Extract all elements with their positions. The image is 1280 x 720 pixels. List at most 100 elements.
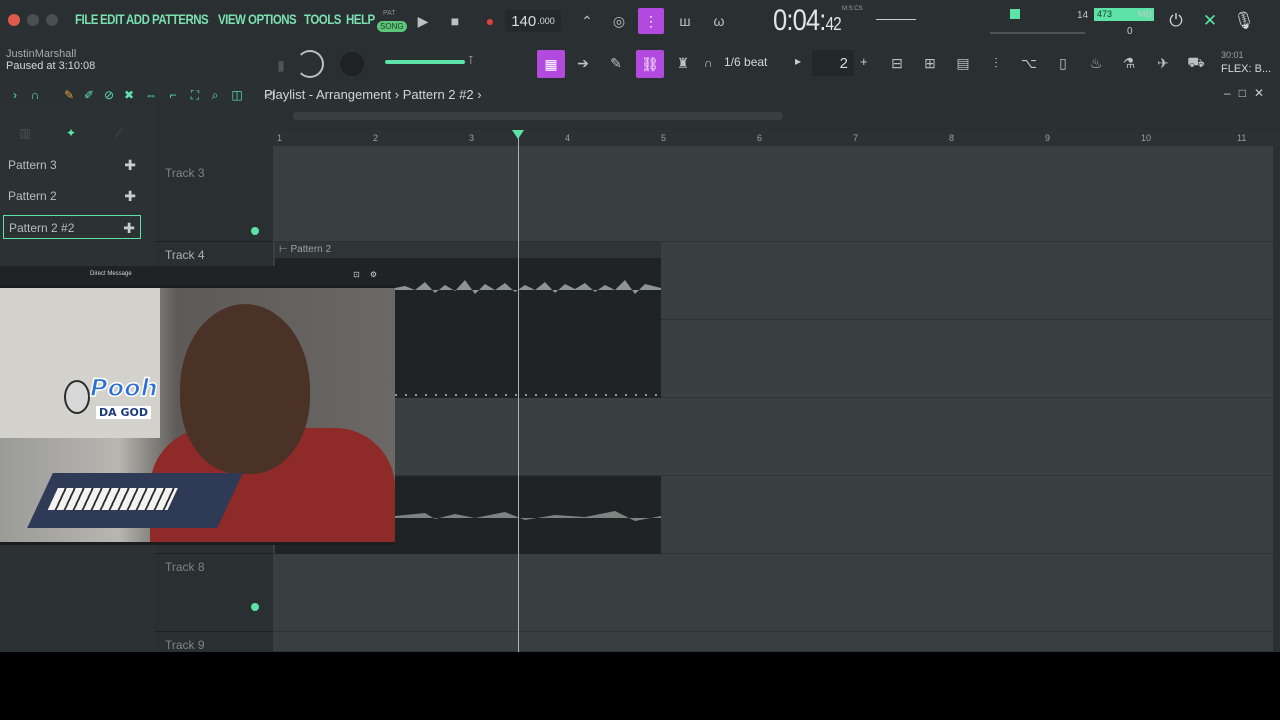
play-arrow-icon[interactable]: › (6, 86, 24, 104)
step-edit-icon[interactable]: ш (672, 8, 698, 34)
menu-file[interactable]: FILE (75, 11, 98, 27)
close-window-icon[interactable] (8, 14, 20, 26)
snap-value[interactable]: 1/6 beat (724, 55, 767, 69)
playlist-grid[interactable]: ⊢ Pattern 2 (273, 146, 1273, 652)
power-icon[interactable]: ⏻ (1164, 9, 1188, 33)
stop-icon[interactable]: ■ (442, 8, 468, 34)
playhead-marker-icon[interactable] (512, 130, 524, 139)
picker-auto-icon[interactable]: ⟋ (110, 124, 128, 142)
paint-tool-icon[interactable]: ✐ (80, 86, 98, 104)
picker-grid-icon[interactable]: ▥ (16, 124, 34, 142)
track-lane[interactable] (273, 554, 1273, 632)
picker-audio-icon[interactable]: ✦ (62, 124, 80, 142)
menu-tools[interactable]: TOOLS (304, 11, 341, 27)
playlist-title: Playlist - Arrangement › Pattern 2 #2 › (264, 87, 482, 102)
draw-tool-icon[interactable]: ✎ (60, 86, 78, 104)
plugin-icon[interactable]: ♨ (1083, 50, 1109, 76)
mixer-grid-icon[interactable]: ▤ (950, 50, 976, 76)
playlist-icon[interactable]: ⊟ (884, 50, 910, 76)
menu-patterns[interactable]: PATTERNS (152, 11, 209, 27)
play-icon[interactable]: ▶ (410, 8, 436, 34)
time-unit-label: M:S:CS (842, 6, 863, 12)
slip-tool-icon[interactable]: ⇔ (142, 86, 160, 104)
pattern-song-toggle[interactable]: PAT SONG (377, 10, 407, 32)
battery-icon: ▮ (277, 56, 285, 73)
piano-roll-icon[interactable]: ▦ (537, 50, 565, 78)
time-small: 42 (825, 14, 841, 34)
pencil-icon[interactable]: ✎ (603, 50, 629, 76)
menu-help[interactable]: HELP (346, 11, 375, 27)
slice-tool-icon[interactable]: ⌐ (164, 86, 182, 104)
shop-cart-icon[interactable]: ⛟ (1183, 50, 1209, 76)
stamp-icon[interactable]: ♜ (670, 50, 696, 76)
track-lane[interactable] (273, 632, 1273, 652)
arrow-right-icon[interactable]: ➔ (570, 50, 596, 76)
multilink-stepper[interactable]: 2 (812, 50, 854, 76)
playlist-window-controls[interactable]: ‒□✕ (1224, 86, 1272, 100)
playhead[interactable] (518, 130, 519, 652)
channel-rack-icon[interactable]: ⊞ (917, 50, 943, 76)
wait-input-icon[interactable]: ◎ (606, 8, 632, 34)
master-volume-marker: ⊺ (468, 55, 474, 67)
master-volume-slider[interactable] (385, 60, 465, 64)
webcam-controls[interactable]: ⊡⚙ (353, 270, 387, 279)
drag-handle-icon[interactable]: ✚ (123, 216, 135, 240)
track-led-icon[interactable] (251, 227, 259, 235)
drag-handle-icon[interactable]: ✚ (124, 153, 136, 177)
minimize-window-icon[interactable] (27, 14, 39, 26)
tempo-tapper-icon[interactable]: ✈ (1150, 50, 1176, 76)
clip-header[interactable]: ⊢ Pattern 2 (275, 242, 661, 258)
menu-edit[interactable]: EDIT (100, 11, 125, 27)
pattern-arrow-icon[interactable]: › (477, 87, 481, 102)
arrangement-area[interactable]: 1 2 3 4 5 6 7 8 9 10 11 ⊢ Pattern 2 (273, 106, 1280, 652)
menu-options[interactable]: OPTIONS (248, 11, 297, 27)
menu-view[interactable]: VIEW (218, 11, 246, 27)
select-tool-icon[interactable]: ⛶ (186, 86, 204, 104)
loop-record-icon[interactable]: ω (706, 8, 732, 34)
master-volume-knob[interactable] (340, 52, 364, 76)
metronome-icon[interactable]: ⌃ (574, 8, 600, 34)
track-lane[interactable] (273, 146, 1273, 242)
person-head (180, 304, 310, 474)
track-header[interactable]: Track 8 (155, 554, 273, 632)
countdown-icon[interactable]: ⋮ (638, 8, 664, 34)
stepper-plus-icon[interactable]: + (860, 54, 868, 69)
window-controls[interactable] (8, 14, 58, 26)
horizontal-scrollbar[interactable] (293, 112, 783, 120)
record-icon[interactable]: ● (477, 8, 503, 34)
time-display[interactable]: 0:04:42 (773, 4, 842, 38)
menu-add[interactable]: ADD (126, 11, 150, 27)
file-icon[interactable]: ▯ (1050, 50, 1076, 76)
flask-icon[interactable]: ⚗ (1116, 50, 1142, 76)
bar-number: 11 (1237, 133, 1247, 143)
timeline-ruler[interactable]: 1 2 3 4 5 6 7 8 9 10 11 (273, 130, 1280, 146)
mute-tool-icon[interactable]: ✖ (120, 86, 138, 104)
microphone-icon[interactable]: 🎙 (1232, 9, 1256, 33)
pattern-item-pattern-2[interactable]: Pattern 2 ✚ (3, 184, 141, 208)
flex-bottom: FLEX: B... (1221, 63, 1272, 75)
bar-number: 3 (469, 133, 475, 143)
tools-icon[interactable]: ✕ (1198, 9, 1222, 33)
track-led-icon[interactable] (251, 603, 259, 611)
track-lane[interactable] (273, 398, 1273, 476)
vertical-scrollbar[interactable] (1273, 146, 1280, 652)
zoom-tool-icon[interactable]: ⌕ (206, 86, 224, 104)
link-icon[interactable]: ⛓ (636, 50, 664, 78)
playback-tool-icon[interactable]: ◫ (228, 86, 246, 104)
delete-tool-icon[interactable]: ⊘ (100, 86, 118, 104)
mixer-faders-icon[interactable]: ⫶ (983, 50, 1009, 76)
track-header[interactable]: Track 9 (155, 632, 273, 652)
tempo-display[interactable]: 140.000 (505, 10, 561, 32)
drag-handle-icon[interactable]: ✚ (124, 184, 136, 208)
pattern-item-pattern-2-2[interactable]: Pattern 2 #2 ✚ (3, 215, 141, 239)
snap-arrow-icon[interactable]: ▸ (795, 54, 801, 68)
magnet-snap-icon[interactable]: ∩ (26, 86, 44, 104)
pattern-item-pattern-3[interactable]: Pattern 3 ✚ (3, 153, 141, 177)
magnet-icon[interactable]: ∩ (704, 56, 713, 70)
master-pitch-knob[interactable] (296, 50, 324, 78)
track-header[interactable]: Track 3 (155, 146, 273, 242)
bar-number: 10 (1141, 133, 1152, 143)
browser-icon[interactable]: ⌥ (1016, 50, 1042, 76)
flex-info: 30:01 FLEX: B... (1221, 48, 1271, 76)
maximize-window-icon[interactable] (46, 14, 58, 26)
